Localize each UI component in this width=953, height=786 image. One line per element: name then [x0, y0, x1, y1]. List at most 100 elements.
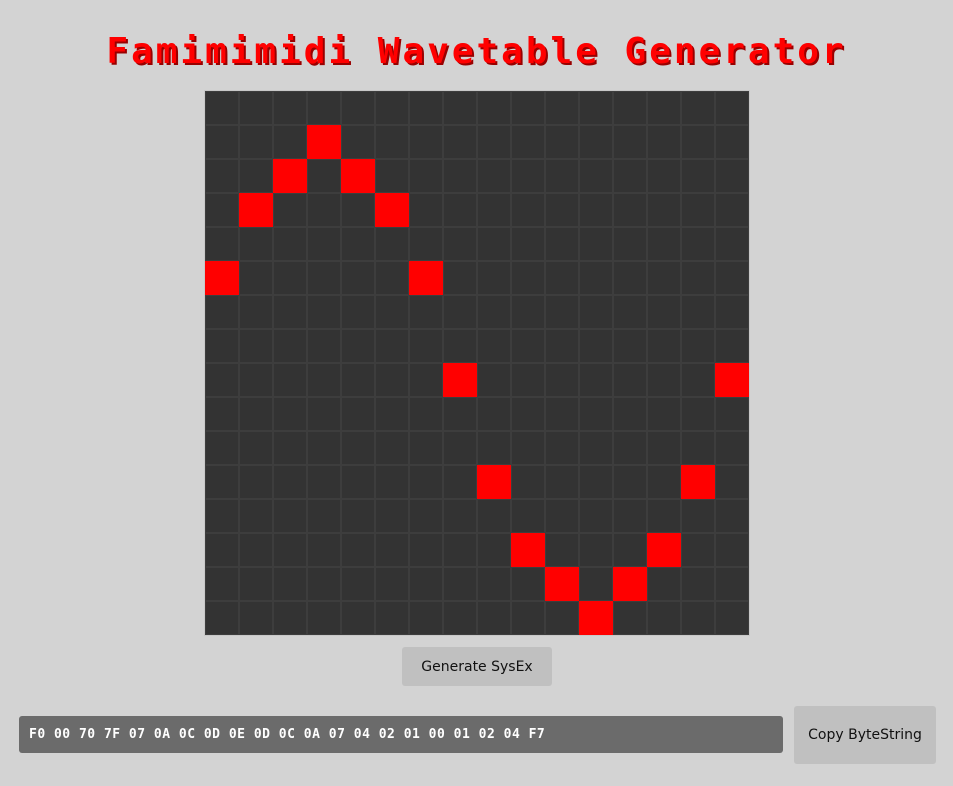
- wavetable-cell[interactable]: [545, 91, 579, 125]
- wavetable-cell[interactable]: [681, 159, 715, 193]
- wavetable-cell[interactable]: [205, 159, 239, 193]
- wavetable-cell[interactable]: [205, 499, 239, 533]
- wavetable-cell[interactable]: [375, 159, 409, 193]
- wavetable-cell[interactable]: [579, 295, 613, 329]
- wavetable-cell[interactable]: [409, 227, 443, 261]
- wavetable-cell[interactable]: [239, 329, 273, 363]
- wavetable-cell[interactable]: [511, 567, 545, 601]
- wavetable-cell[interactable]: [205, 601, 239, 635]
- wavetable-cell[interactable]: [715, 227, 749, 261]
- wavetable-cell-active[interactable]: [375, 193, 409, 227]
- wavetable-cell[interactable]: [307, 601, 341, 635]
- wavetable-cell[interactable]: [647, 601, 681, 635]
- wavetable-cell[interactable]: [613, 533, 647, 567]
- wavetable-cell[interactable]: [579, 329, 613, 363]
- wavetable-cell[interactable]: [545, 193, 579, 227]
- wavetable-cell[interactable]: [239, 601, 273, 635]
- wavetable-cell-active[interactable]: [511, 533, 545, 567]
- wavetable-cell[interactable]: [477, 567, 511, 601]
- wavetable-cell[interactable]: [375, 431, 409, 465]
- wavetable-cell[interactable]: [613, 601, 647, 635]
- wavetable-cell[interactable]: [545, 363, 579, 397]
- wavetable-cell[interactable]: [681, 261, 715, 295]
- wavetable-cell[interactable]: [239, 397, 273, 431]
- wavetable-cell[interactable]: [715, 261, 749, 295]
- wavetable-cell[interactable]: [545, 159, 579, 193]
- wavetable-cell[interactable]: [239, 91, 273, 125]
- wavetable-cell[interactable]: [409, 159, 443, 193]
- wavetable-cell[interactable]: [205, 227, 239, 261]
- wavetable-cell[interactable]: [715, 601, 749, 635]
- wavetable-cell[interactable]: [545, 261, 579, 295]
- wavetable-cell[interactable]: [341, 397, 375, 431]
- wavetable-cell[interactable]: [681, 567, 715, 601]
- wavetable-cell[interactable]: [545, 601, 579, 635]
- wavetable-cell[interactable]: [715, 533, 749, 567]
- wavetable-cell[interactable]: [545, 125, 579, 159]
- wavetable-cell[interactable]: [409, 465, 443, 499]
- wavetable-cell[interactable]: [307, 363, 341, 397]
- wavetable-cell[interactable]: [239, 295, 273, 329]
- wavetable-cell[interactable]: [205, 329, 239, 363]
- wavetable-cell[interactable]: [375, 533, 409, 567]
- wavetable-cell[interactable]: [205, 533, 239, 567]
- wavetable-cell[interactable]: [647, 431, 681, 465]
- wavetable-cell[interactable]: [341, 363, 375, 397]
- wavetable-cell[interactable]: [409, 567, 443, 601]
- wavetable-cell-active[interactable]: [273, 159, 307, 193]
- wavetable-cell[interactable]: [477, 159, 511, 193]
- wavetable-cell[interactable]: [477, 193, 511, 227]
- wavetable-cell[interactable]: [715, 329, 749, 363]
- wavetable-cell[interactable]: [409, 193, 443, 227]
- wavetable-cell[interactable]: [409, 499, 443, 533]
- wavetable-cell[interactable]: [205, 125, 239, 159]
- wavetable-cell[interactable]: [239, 159, 273, 193]
- wavetable-cell[interactable]: [341, 125, 375, 159]
- wavetable-cell[interactable]: [545, 465, 579, 499]
- wavetable-cell[interactable]: [477, 499, 511, 533]
- wavetable-cell[interactable]: [681, 601, 715, 635]
- wavetable-cell[interactable]: [239, 431, 273, 465]
- wavetable-cell[interactable]: [477, 261, 511, 295]
- wavetable-cell[interactable]: [511, 295, 545, 329]
- wavetable-cell[interactable]: [613, 465, 647, 499]
- wavetable-cell[interactable]: [273, 601, 307, 635]
- wavetable-cell[interactable]: [409, 397, 443, 431]
- wavetable-cell[interactable]: [511, 329, 545, 363]
- wavetable-cell[interactable]: [579, 363, 613, 397]
- wavetable-cell[interactable]: [307, 91, 341, 125]
- wavetable-cell[interactable]: [273, 295, 307, 329]
- wavetable-cell[interactable]: [477, 363, 511, 397]
- wavetable-cell[interactable]: [681, 363, 715, 397]
- wavetable-cell[interactable]: [307, 533, 341, 567]
- wavetable-cell[interactable]: [341, 295, 375, 329]
- wavetable-cell[interactable]: [511, 363, 545, 397]
- wavetable-cell[interactable]: [409, 533, 443, 567]
- wavetable-cell[interactable]: [647, 499, 681, 533]
- wavetable-cell[interactable]: [681, 125, 715, 159]
- wavetable-cell[interactable]: [647, 397, 681, 431]
- wavetable-cell[interactable]: [205, 295, 239, 329]
- wavetable-cell[interactable]: [715, 397, 749, 431]
- wavetable-cell-active[interactable]: [409, 261, 443, 295]
- wavetable-cell[interactable]: [613, 329, 647, 363]
- wavetable-cell-active[interactable]: [307, 125, 341, 159]
- wavetable-cell[interactable]: [715, 499, 749, 533]
- wavetable-cell[interactable]: [545, 431, 579, 465]
- wavetable-cell[interactable]: [273, 125, 307, 159]
- wavetable-cell[interactable]: [545, 227, 579, 261]
- wavetable-cell[interactable]: [647, 227, 681, 261]
- wavetable-cell-active[interactable]: [647, 533, 681, 567]
- wavetable-cell[interactable]: [443, 465, 477, 499]
- wavetable-cell[interactable]: [307, 295, 341, 329]
- wavetable-cell[interactable]: [375, 397, 409, 431]
- wavetable-cell[interactable]: [511, 465, 545, 499]
- wavetable-cell[interactable]: [647, 193, 681, 227]
- wavetable-cell[interactable]: [715, 431, 749, 465]
- wavetable-cell[interactable]: [681, 499, 715, 533]
- generate-sysex-button[interactable]: Generate SysEx: [402, 647, 552, 686]
- wavetable-cell[interactable]: [545, 397, 579, 431]
- wavetable-cell[interactable]: [579, 193, 613, 227]
- copy-bytestring-button[interactable]: Copy ByteString: [794, 706, 936, 764]
- wavetable-cell[interactable]: [341, 601, 375, 635]
